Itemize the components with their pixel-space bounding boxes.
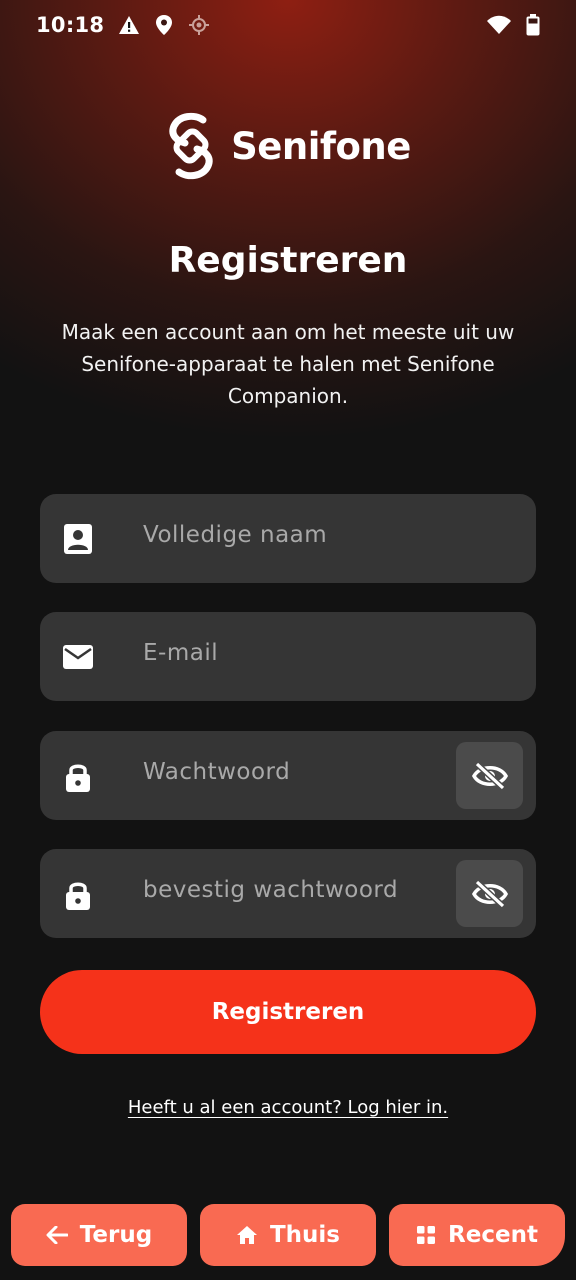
lock-icon: [66, 764, 90, 792]
eye-off-icon: [471, 761, 508, 790]
back-button-label: Terug: [79, 1222, 153, 1248]
page-subtitle: Maak een account aan om het meeste uit u…: [61, 320, 515, 408]
full-name-placeholder: Volledige naam: [143, 522, 328, 548]
email-field[interactable]: E-mail: [40, 612, 536, 701]
status-time: 10:18: [36, 13, 105, 37]
login-link-container: Heeft u al een account? Log hier in.: [0, 1097, 576, 1118]
senifone-logo: Senifone: [0, 112, 576, 180]
gps-icon: [189, 15, 210, 35]
senifone-logo-icon: [169, 112, 213, 180]
confirm-password-placeholder: bevestig wachtwoord: [143, 877, 399, 903]
home-button-label: Thuis: [269, 1222, 340, 1248]
grid-icon: [417, 1226, 436, 1244]
logo-text: Senifone: [231, 124, 411, 168]
register-button[interactable]: Registreren: [40, 970, 536, 1054]
toggle-confirm-password-visibility-button[interactable]: [456, 860, 523, 927]
contact-card-icon: [64, 524, 92, 554]
confirm-password-field[interactable]: bevestig wachtwoord: [40, 849, 536, 938]
eye-off-icon: [471, 879, 508, 908]
battery-icon: [526, 14, 540, 36]
back-button[interactable]: Terug: [11, 1204, 187, 1266]
warning-icon: [119, 16, 140, 34]
location-pin-icon: [156, 15, 173, 35]
toggle-password-visibility-button[interactable]: [456, 742, 523, 809]
login-link[interactable]: Heeft u al een account? Log hier in.: [128, 1097, 448, 1118]
recent-button-label: Recent: [448, 1222, 538, 1248]
full-name-field[interactable]: Volledige naam: [40, 494, 536, 583]
home-icon: [236, 1226, 257, 1244]
lock-icon: [66, 882, 90, 910]
wifi-icon: [487, 15, 511, 34]
mail-icon: [63, 645, 93, 669]
status-bar: 10:18: [0, 0, 576, 50]
arrow-left-icon: [46, 1226, 68, 1244]
password-placeholder: Wachtwoord: [143, 759, 291, 785]
recent-button[interactable]: Recent: [389, 1204, 565, 1266]
password-field[interactable]: Wachtwoord: [40, 731, 536, 820]
home-button[interactable]: Thuis: [200, 1204, 376, 1266]
email-placeholder: E-mail: [143, 640, 219, 666]
page-title: Registreren: [168, 240, 408, 281]
